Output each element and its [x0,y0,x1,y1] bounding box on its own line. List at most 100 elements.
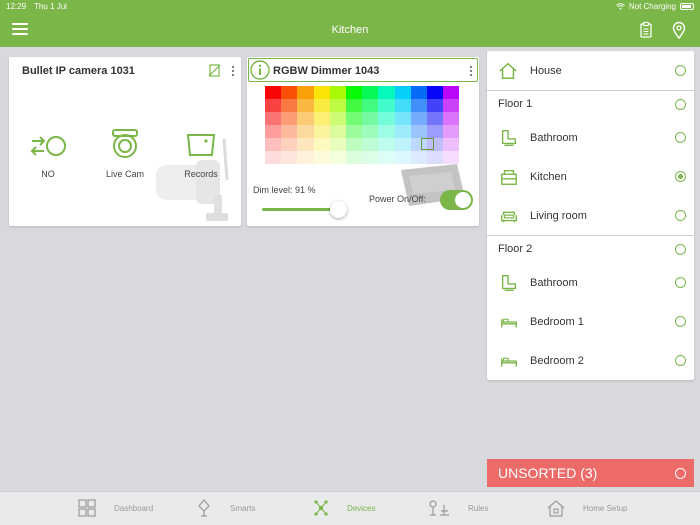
color-swatch[interactable] [378,86,395,99]
info-icon[interactable] [250,60,270,80]
color-swatch[interactable] [345,99,363,112]
color-swatch[interactable] [329,151,346,164]
color-swatch[interactable] [362,99,379,112]
color-swatch[interactable] [329,86,346,99]
color-swatch[interactable] [443,151,460,164]
color-swatch[interactable] [345,125,363,138]
dim-level-slider[interactable] [262,201,347,218]
color-swatch[interactable] [410,125,427,138]
color-swatch[interactable] [394,86,411,99]
color-swatch[interactable] [297,151,314,164]
room-radio[interactable] [675,277,686,288]
location-pin-icon[interactable] [670,21,688,39]
color-swatch[interactable] [281,151,298,164]
floor-header-2[interactable]: Floor 2 [487,236,694,262]
color-swatch[interactable] [443,125,460,138]
color-swatch[interactable] [297,99,314,112]
color-swatch[interactable] [443,138,460,151]
color-swatch[interactable] [426,125,444,138]
color-swatch[interactable] [345,138,363,151]
camera-menu-icon[interactable] [229,65,237,77]
color-swatch[interactable] [265,125,282,138]
room-radio[interactable] [675,210,686,221]
color-swatch[interactable] [362,151,379,164]
dimmer-menu-icon[interactable] [467,65,475,77]
color-swatch[interactable] [378,112,395,125]
color-swatch[interactable] [394,151,411,164]
nav-home-setup[interactable]: Home Setup [547,499,627,517]
floor-radio[interactable] [675,243,686,255]
room-radio[interactable] [675,132,686,143]
color-swatch[interactable] [265,99,282,112]
color-swatch[interactable] [426,99,444,112]
color-swatch[interactable] [362,112,379,125]
color-swatch[interactable] [443,99,460,112]
color-swatch[interactable] [329,138,346,151]
color-swatch[interactable] [329,112,346,125]
color-swatch[interactable] [329,99,346,112]
camera-action-records[interactable]: Records [171,131,231,179]
color-swatch[interactable] [410,86,427,99]
room-radio[interactable] [675,65,686,76]
floor-header-1[interactable]: Floor 1 [487,91,694,117]
color-swatch[interactable] [378,125,395,138]
color-swatch[interactable] [329,125,346,138]
color-swatch[interactable] [281,99,298,112]
color-swatch[interactable] [281,125,298,138]
color-swatch[interactable] [281,138,298,151]
room-item-bathroom-2[interactable]: Bathroom [487,263,694,302]
nav-rules[interactable]: Rules [428,499,488,517]
color-swatch[interactable] [426,151,444,164]
color-swatch[interactable] [313,151,330,164]
nav-dashboard[interactable]: Dashboard [78,499,153,517]
color-swatch[interactable] [313,99,330,112]
color-swatch[interactable] [297,86,314,99]
color-swatch[interactable] [378,138,395,151]
color-swatch[interactable] [410,99,427,112]
room-item-bathroom[interactable]: Bathroom [487,118,694,157]
color-swatch[interactable] [313,125,330,138]
color-swatch[interactable] [362,86,379,99]
camera-action-live-cam[interactable]: Live Cam [95,127,155,179]
unsorted-radio[interactable] [675,468,686,479]
room-item-bedroom-1[interactable]: Bedroom 1 [487,302,694,341]
room-item-living-room[interactable]: Living room [487,196,694,235]
color-swatch[interactable] [345,151,363,164]
color-swatch[interactable] [378,99,395,112]
unsorted-button[interactable]: UNSORTED (3) [487,459,694,487]
room-radio[interactable] [675,316,686,327]
color-swatch[interactable] [362,138,379,151]
room-radio[interactable] [675,355,686,366]
clipboard-icon[interactable] [637,21,655,39]
color-swatch[interactable] [313,112,330,125]
color-swatch[interactable] [265,138,282,151]
color-swatch[interactable] [313,86,330,99]
room-radio-selected[interactable] [675,171,686,182]
room-item-bedroom-2[interactable]: Bedroom 2 [487,341,694,380]
color-swatch[interactable] [297,112,314,125]
color-swatch[interactable] [281,86,298,99]
floor-radio[interactable] [675,98,686,110]
color-swatch[interactable] [410,151,427,164]
color-swatch[interactable] [394,125,411,138]
color-swatch[interactable] [265,86,282,99]
camera-action-no[interactable]: NO [18,131,78,179]
color-swatch[interactable] [313,138,330,151]
color-swatch[interactable] [345,112,363,125]
color-swatch[interactable] [265,112,282,125]
color-swatch[interactable] [426,86,444,99]
nav-smarts[interactable]: Smarts [196,499,255,517]
color-swatch[interactable] [394,138,411,151]
color-swatch[interactable] [297,138,314,151]
dim-level-slider-thumb[interactable] [329,201,347,218]
color-swatch[interactable] [362,125,379,138]
color-swatch[interactable] [345,86,363,99]
color-swatch[interactable] [394,99,411,112]
room-item-house[interactable]: House [487,51,694,90]
nav-devices[interactable]: Devices [313,499,375,517]
no-signal-icon[interactable] [208,64,221,77]
color-swatch[interactable] [426,112,444,125]
color-swatch[interactable] [378,151,395,164]
power-toggle[interactable] [440,190,473,210]
color-swatch[interactable] [410,112,427,125]
